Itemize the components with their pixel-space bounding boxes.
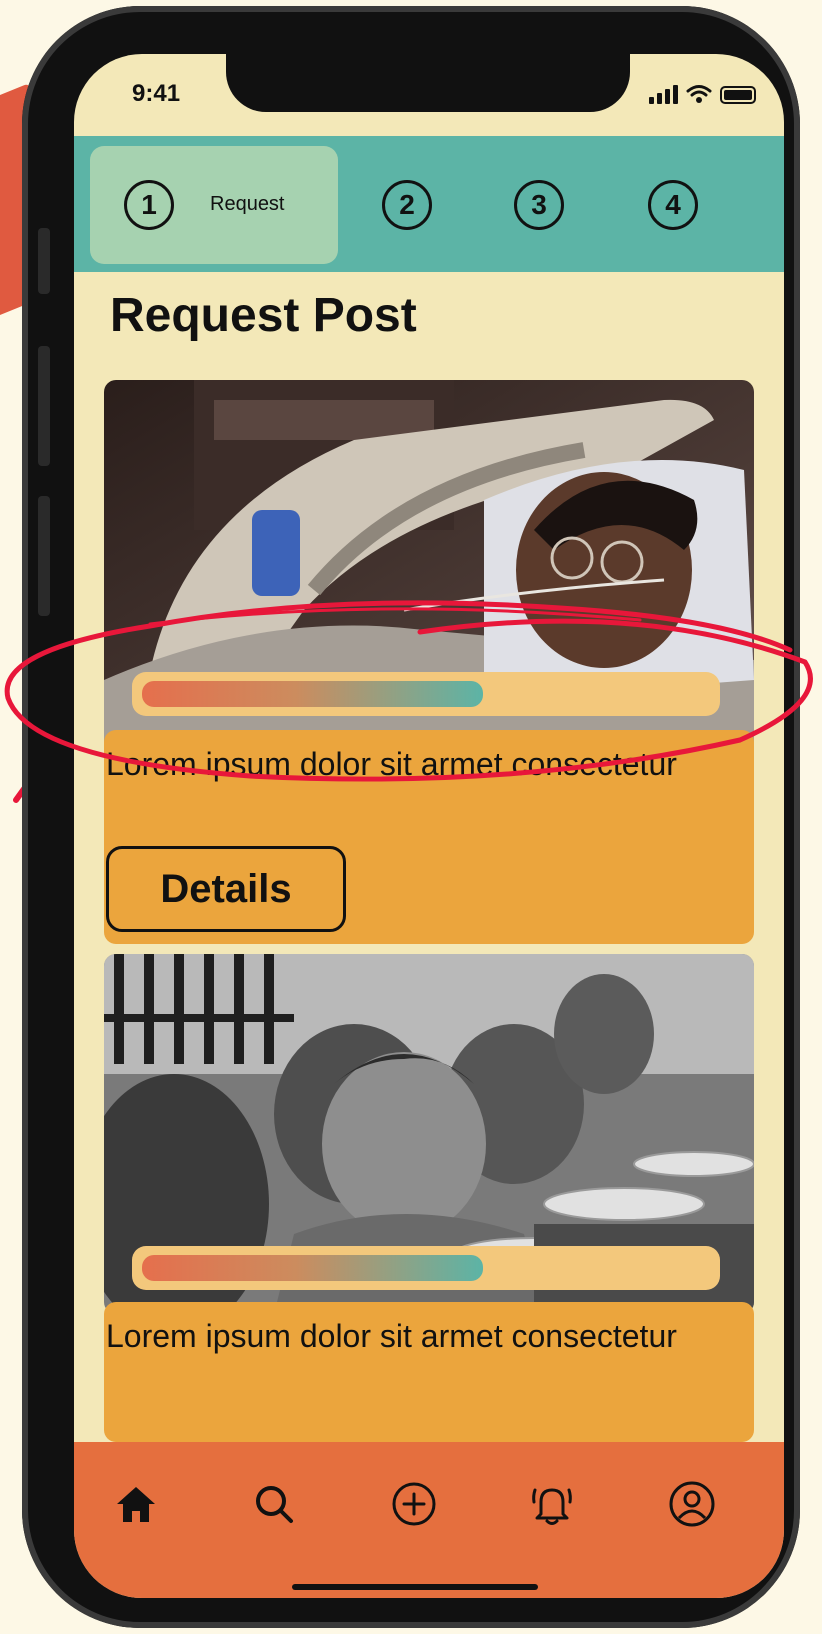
post-2-progress-track bbox=[132, 1246, 720, 1290]
status-icons bbox=[649, 82, 756, 104]
post-2-progress-fill bbox=[142, 1255, 483, 1281]
post-1-description: Lorem ipsum dolor sit armet consectetur bbox=[106, 746, 677, 782]
post-2-description: Lorem ipsum dolor sit armet consectetur bbox=[106, 1318, 677, 1354]
page: 9:41 1 Request 2 3 4 Request Post Lorem … bbox=[0, 0, 822, 1634]
battery-icon bbox=[720, 86, 756, 104]
step-1-label: Request bbox=[210, 193, 285, 215]
nav-home[interactable] bbox=[106, 1474, 166, 1534]
post-2-info-panel: Lorem ipsum dolor sit armet consectetur bbox=[104, 1302, 754, 1442]
post-1-progress-fill bbox=[142, 681, 483, 707]
step-2-circle[interactable]: 2 bbox=[382, 180, 432, 230]
phone-mute-switch bbox=[38, 228, 50, 294]
wifi-icon bbox=[686, 85, 712, 103]
phone-volume-up bbox=[38, 346, 50, 466]
phone-volume-down bbox=[38, 496, 50, 616]
nav-add[interactable] bbox=[384, 1474, 444, 1534]
nav-search[interactable] bbox=[244, 1474, 304, 1534]
home-icon bbox=[117, 1487, 155, 1522]
status-bar: 9:41 bbox=[74, 54, 784, 136]
step-3-circle[interactable]: 3 bbox=[514, 180, 564, 230]
search-icon bbox=[256, 1486, 293, 1523]
phone-screen: 9:41 1 Request 2 3 4 Request Post Lorem … bbox=[74, 54, 784, 1598]
page-title: Request Post bbox=[110, 289, 417, 342]
profile-icon bbox=[669, 1481, 715, 1527]
home-indicator[interactable] bbox=[292, 1584, 538, 1590]
status-time: 9:41 bbox=[132, 80, 181, 107]
add-circle-icon bbox=[392, 1482, 436, 1526]
cellular-signal-icon bbox=[649, 84, 678, 104]
phone-notch bbox=[226, 54, 630, 112]
post-1-progress-track bbox=[132, 672, 720, 716]
post-1-info-panel: Lorem ipsum dolor sit armet consectetur … bbox=[104, 730, 754, 944]
step-1-circle[interactable]: 1 bbox=[124, 180, 174, 230]
post-1-details-button[interactable]: Details bbox=[106, 846, 346, 932]
bell-icon bbox=[532, 1488, 572, 1525]
nav-profile[interactable] bbox=[662, 1474, 722, 1534]
step-progress-bar: 1 Request 2 3 4 bbox=[74, 136, 784, 272]
nav-notifications[interactable] bbox=[522, 1474, 582, 1534]
step-4-circle[interactable]: 4 bbox=[648, 180, 698, 230]
bottom-navigation-bar bbox=[74, 1442, 784, 1598]
